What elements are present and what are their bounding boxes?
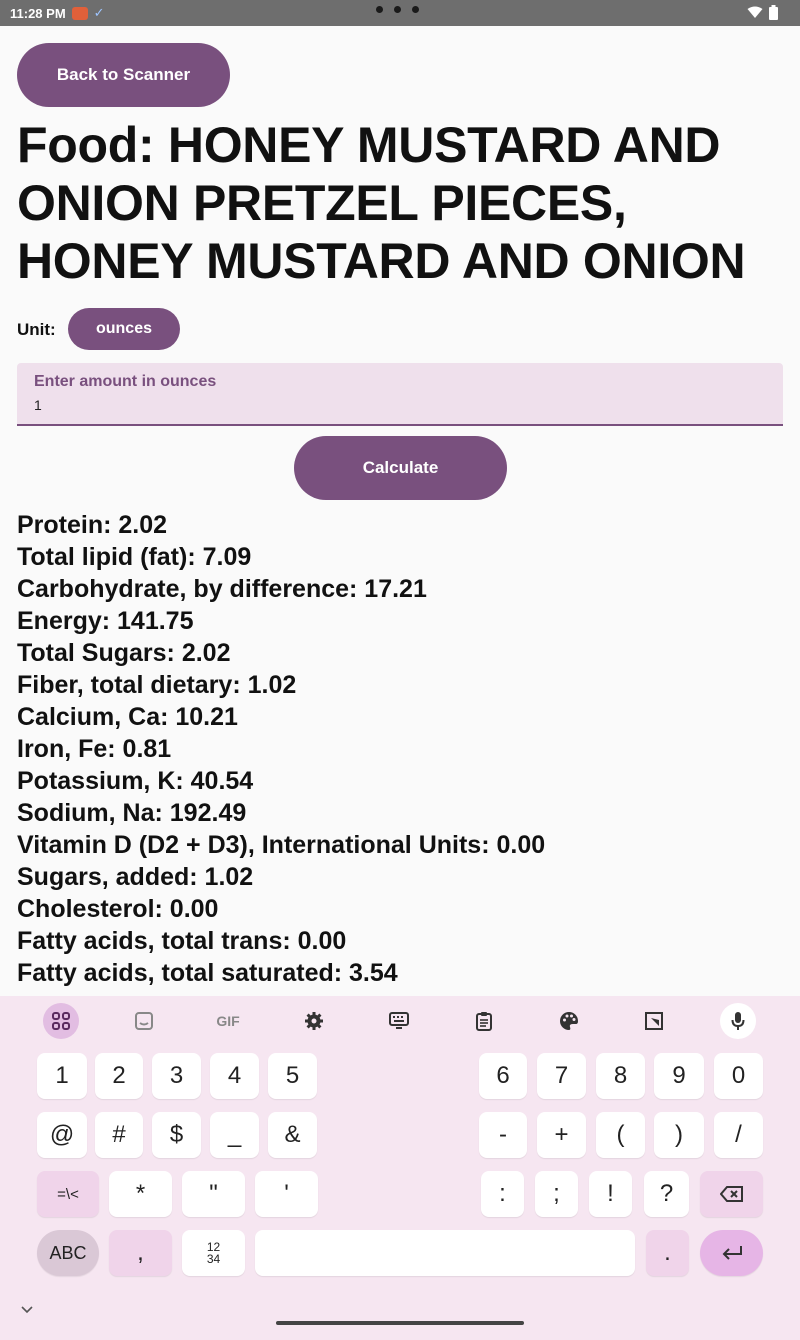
palette-icon[interactable] xyxy=(551,1003,587,1039)
gif-icon[interactable]: GIF xyxy=(210,1003,246,1039)
key-semicolon[interactable]: ; xyxy=(535,1171,578,1217)
key-asterisk[interactable]: * xyxy=(109,1171,172,1217)
check-icon: ✓ xyxy=(93,5,105,20)
key-period[interactable]: . xyxy=(646,1230,689,1276)
enter-key[interactable] xyxy=(700,1230,763,1276)
clipboard-icon[interactable] xyxy=(466,1003,502,1039)
overflow-dots-icon xyxy=(376,6,419,13)
key-exclamation[interactable]: ! xyxy=(589,1171,632,1217)
key-minus[interactable]: - xyxy=(479,1112,527,1158)
key-6[interactable]: 6 xyxy=(479,1053,527,1099)
nutrient-fat: Total lipid (fat): 7.09 xyxy=(17,543,252,571)
key-slash[interactable]: / xyxy=(714,1112,763,1158)
key-close-paren[interactable]: ) xyxy=(654,1112,704,1158)
nutrient-energy: Energy: 141.75 xyxy=(17,607,194,635)
key-ampersand[interactable]: & xyxy=(268,1112,317,1158)
nutrient-sugars-added: Sugars, added: 1.02 xyxy=(17,863,254,891)
backspace-icon xyxy=(719,1186,743,1202)
key-single-quote[interactable]: ' xyxy=(255,1171,318,1217)
crop-screenshot-icon[interactable] xyxy=(636,1003,672,1039)
key-double-quote[interactable]: " xyxy=(182,1171,245,1217)
nutrient-iron: Iron, Fe: 0.81 xyxy=(17,735,172,763)
keyboard-toolbar: GIF xyxy=(0,996,800,1046)
nutrient-saturated-fat: Fatty acids, total saturated: 3.54 xyxy=(17,959,398,987)
nutrient-carbohydrate: Carbohydrate, by difference: 17.21 xyxy=(17,575,427,603)
key-5[interactable]: 5 xyxy=(268,1053,317,1099)
enter-icon xyxy=(722,1246,742,1260)
key-dollar[interactable]: $ xyxy=(152,1112,201,1158)
key-abc[interactable]: ABC xyxy=(37,1230,99,1276)
key-2[interactable]: 2 xyxy=(95,1053,143,1099)
apps-grid-icon[interactable] xyxy=(43,1003,79,1039)
gear-icon[interactable] xyxy=(296,1003,332,1039)
key-open-paren[interactable]: ( xyxy=(596,1112,645,1158)
nutrient-cholesterol: Cholesterol: 0.00 xyxy=(17,895,219,923)
status-bar: 11:28 PM ✓ xyxy=(0,0,800,26)
keyboard-icon[interactable] xyxy=(381,1003,417,1039)
key-comma[interactable]: , xyxy=(109,1230,172,1276)
on-screen-keyboard: GIF 1 2 3 4 5 6 7 8 9 0 @ # $ _ & - + ( … xyxy=(0,996,800,1340)
key-9[interactable]: 9 xyxy=(654,1053,704,1099)
nutrient-sodium: Sodium, Na: 192.49 xyxy=(17,799,247,827)
nutrient-trans-fat: Fatty acids, total trans: 0.00 xyxy=(17,927,347,955)
key-more-symbols[interactable]: =\< xyxy=(37,1171,99,1217)
sticker-icon[interactable] xyxy=(126,1003,162,1039)
key-0[interactable]: 0 xyxy=(714,1053,763,1099)
notification-icon xyxy=(71,6,88,20)
unit-selector-button[interactable]: ounces xyxy=(68,308,180,350)
key-underscore[interactable]: _ xyxy=(210,1112,259,1158)
hide-keyboard-icon[interactable] xyxy=(20,1301,34,1317)
key-plus[interactable]: + xyxy=(537,1112,586,1158)
nutrient-total-sugars: Total Sugars: 2.02 xyxy=(17,639,231,667)
nutrient-protein: Protein: 2.02 xyxy=(17,511,168,539)
numpad-label-bottom: 34 xyxy=(206,1252,221,1266)
space-key[interactable] xyxy=(255,1230,635,1276)
amount-input-label: Enter amount in ounces xyxy=(34,373,217,390)
microphone-icon[interactable] xyxy=(720,1003,756,1039)
amount-input[interactable]: Enter amount in ounces 1 xyxy=(17,363,783,426)
food-title: Food: HONEY MUSTARD AND ONION PRETZEL PI… xyxy=(17,117,746,289)
unit-label: Unit: xyxy=(17,320,56,339)
nutrient-list: Protein: 2.02 Total lipid (fat): 7.09 Ca… xyxy=(17,509,787,989)
key-4[interactable]: 4 xyxy=(210,1053,259,1099)
key-3[interactable]: 3 xyxy=(152,1053,201,1099)
key-hash[interactable]: # xyxy=(95,1112,143,1158)
status-time: 11:28 PM xyxy=(10,5,66,21)
key-1[interactable]: 1 xyxy=(37,1053,87,1099)
backspace-key[interactable] xyxy=(700,1171,763,1217)
key-numpad[interactable]: 12 34 xyxy=(182,1230,245,1276)
key-colon[interactable]: : xyxy=(481,1171,524,1217)
nutrient-vitamin-d: Vitamin D (D2 + D3), International Units… xyxy=(17,831,546,859)
amount-input-value[interactable]: 1 xyxy=(34,397,766,413)
nutrient-potassium: Potassium, K: 40.54 xyxy=(17,767,254,795)
home-indicator[interactable] xyxy=(276,1321,524,1325)
battery-icon xyxy=(769,5,778,20)
back-to-scanner-button[interactable]: Back to Scanner xyxy=(17,43,230,107)
key-8[interactable]: 8 xyxy=(596,1053,645,1099)
nutrient-fiber: Fiber, total dietary: 1.02 xyxy=(17,671,297,699)
key-question[interactable]: ? xyxy=(644,1171,689,1217)
wifi-icon xyxy=(747,6,763,18)
nutrient-calcium: Calcium, Ca: 10.21 xyxy=(17,703,238,731)
key-at[interactable]: @ xyxy=(37,1112,87,1158)
key-7[interactable]: 7 xyxy=(537,1053,586,1099)
calculate-button[interactable]: Calculate xyxy=(294,436,507,500)
